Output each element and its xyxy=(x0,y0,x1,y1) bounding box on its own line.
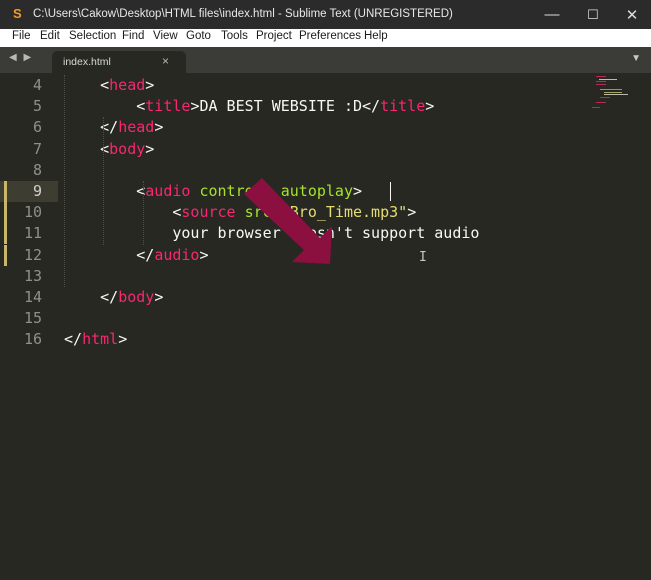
code-token: < xyxy=(136,182,146,200)
code-token: title xyxy=(145,97,191,116)
menu-goto[interactable]: Goto xyxy=(186,30,211,42)
code-token: audio xyxy=(145,182,191,200)
code-token: >DA BEST WEBSITE :D</ xyxy=(190,97,381,116)
code-token: > xyxy=(199,245,209,264)
minimap-line xyxy=(596,83,606,85)
menu-preferences[interactable]: Preferences xyxy=(299,30,361,42)
line-number: 16 xyxy=(23,330,42,349)
code-token: < xyxy=(100,139,110,158)
code-token: > xyxy=(353,182,363,200)
code-line: </audio> xyxy=(64,245,209,266)
code-token: </ xyxy=(64,330,83,349)
menu-help[interactable]: Help xyxy=(364,30,388,42)
menu-find[interactable]: Find xyxy=(122,30,144,42)
sublime-text-window: S C:\Users\Cakow\Desktop\HTML files\inde… xyxy=(0,0,651,580)
line-number: 14 xyxy=(23,288,42,306)
line-number: 12 xyxy=(23,245,42,264)
code-token: </ xyxy=(136,245,155,264)
minimap-line xyxy=(604,94,628,96)
code-line: </body> xyxy=(64,287,163,308)
tab-bar: ◀ ▶ index.html × ▼ xyxy=(0,47,651,73)
minimap-line xyxy=(596,81,606,83)
code-token: > xyxy=(145,139,155,158)
tab-list-dropdown-icon[interactable]: ▼ xyxy=(631,53,641,64)
menu-selection[interactable]: Selection xyxy=(69,30,116,42)
minimap-line xyxy=(596,76,606,77)
code-token: > xyxy=(154,288,164,306)
close-window-button[interactable]: ✕ xyxy=(612,0,651,29)
window-title: C:\Users\Cakow\Desktop\HTML files\index.… xyxy=(33,8,453,20)
line-number: 11 xyxy=(23,224,42,243)
menu-view[interactable]: View xyxy=(153,30,178,42)
line-number: 6 xyxy=(32,118,42,137)
menu-bar: File Edit Selection Find View Goto Tools… xyxy=(0,29,651,47)
code-token: html xyxy=(82,330,119,349)
code-token: body xyxy=(109,139,146,158)
minimap-line xyxy=(604,91,622,93)
minimap-line xyxy=(600,96,610,98)
minimap-line xyxy=(600,89,622,90)
minimap-line xyxy=(599,78,617,80)
line-number: 5 xyxy=(32,97,42,116)
code-token: audio xyxy=(154,245,200,264)
code-token: > xyxy=(118,330,128,349)
minimap-line xyxy=(592,107,600,109)
line-number: 10 xyxy=(23,203,42,222)
sublime-logo-icon: S xyxy=(13,6,22,21)
code-token: > xyxy=(407,203,417,222)
code-editor[interactable]: 4 5 6 7 8 9 10 11 12 13 14 15 16 <head> <title>DA BE… xyxy=(0,73,651,580)
code-token: > xyxy=(154,118,164,137)
pointer-arrow-icon xyxy=(244,178,332,264)
line-number: 15 xyxy=(23,309,42,328)
code-token: > xyxy=(145,76,155,94)
minimap[interactable] xyxy=(590,73,640,133)
code-line: </html> xyxy=(64,329,127,350)
tab-index-html[interactable]: index.html × xyxy=(52,51,186,73)
code-token: head xyxy=(109,76,146,94)
menu-edit[interactable]: Edit xyxy=(40,30,60,42)
line-number: 9 xyxy=(32,182,42,200)
code-token: head xyxy=(118,118,155,137)
title-bar[interactable]: S C:\Users\Cakow\Desktop\HTML files\inde… xyxy=(0,0,651,29)
text-cursor-icon: I xyxy=(419,250,427,265)
code-token: </ xyxy=(100,288,119,306)
indent-guide xyxy=(103,117,105,245)
line-number: 7 xyxy=(32,139,42,158)
tab-close-icon[interactable]: × xyxy=(162,54,169,68)
menu-tools[interactable]: Tools xyxy=(221,30,248,42)
tab-label: index.html xyxy=(63,56,111,68)
code-line: <title>DA BEST WEBSITE :D</title> xyxy=(64,96,434,117)
line-number: 13 xyxy=(23,266,42,285)
minimap-line xyxy=(596,102,606,103)
indent-guide xyxy=(64,75,65,287)
code-token: source xyxy=(181,203,236,222)
line-number: 4 xyxy=(32,76,42,94)
code-line: </head> xyxy=(64,117,163,138)
tab-nav-arrows-icon[interactable]: ◀ ▶ xyxy=(9,52,33,63)
indent-guide xyxy=(142,181,144,245)
code-token: > xyxy=(425,97,435,116)
maximize-button[interactable]: ☐ xyxy=(573,0,613,29)
text-caret xyxy=(390,182,392,201)
code-line: <head> xyxy=(64,75,154,96)
line-number-gutter: 4 5 6 7 8 9 10 11 12 13 14 15 16 xyxy=(0,73,56,580)
menu-file[interactable]: File xyxy=(12,30,31,42)
code-token: title xyxy=(380,97,426,116)
code-token: body xyxy=(118,288,155,306)
code-line: <body> xyxy=(64,139,154,160)
minimize-button[interactable]: — xyxy=(532,0,572,29)
code-token: < xyxy=(100,76,110,94)
line-number: 8 xyxy=(32,160,42,179)
menu-project[interactable]: Project xyxy=(256,30,292,42)
code-token: < xyxy=(136,97,146,116)
